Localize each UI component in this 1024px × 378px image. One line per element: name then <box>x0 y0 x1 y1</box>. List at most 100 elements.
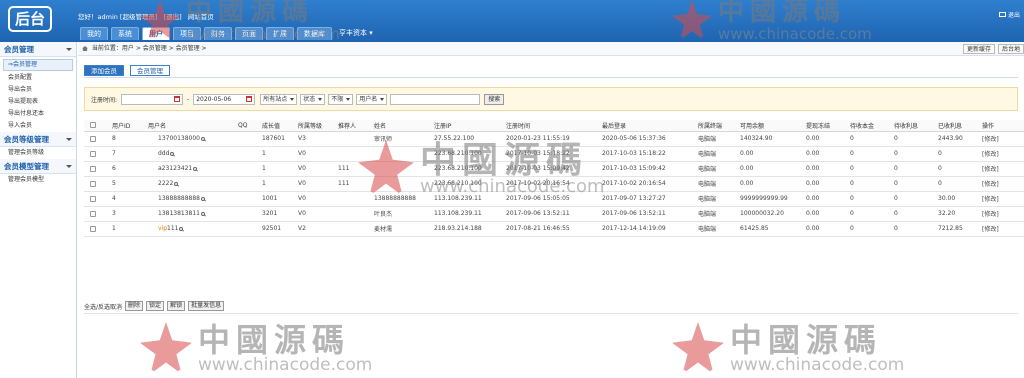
table-row[interactable]: 1 vip111 92501 V2 麦材濡 218.93.214.188 2017-08-2… <box>84 221 1024 237</box>
search-icon[interactable] <box>201 197 205 201</box>
table-row[interactable]: 6 a23123421 1 V0 111 223.68.210.100 2017-10-03… <box>84 161 1024 177</box>
cell-register-time: 2017-10-03 15:18:22 <box>506 146 602 162</box>
nav-tab-page[interactable]: 页面 <box>235 27 263 40</box>
tab-add-member[interactable]: 添加会员 <box>84 65 124 76</box>
cell-terminal: 电脑端 <box>698 161 740 177</box>
search-icon[interactable] <box>179 227 184 231</box>
cell-growth: 3201 <box>262 206 298 222</box>
search-icon[interactable] <box>201 212 205 216</box>
row-checkbox[interactable] <box>90 210 96 217</box>
table-row[interactable]: 5 2222 1 V0 111 223.68.210.100 2017-10-02 20:1… <box>84 176 1024 192</box>
member-table-body: 8 13700138000 187601 V3 审讯师 27.55.22.100 2020-… <box>84 131 1024 237</box>
search-icon[interactable] <box>174 182 179 186</box>
sidebar-group-level[interactable]: 会员等级管理 <box>0 132 76 147</box>
select-toggle-link[interactable]: 全选/反选取消 <box>84 302 122 311</box>
nav-tab-database[interactable]: 数据库 <box>297 27 332 40</box>
logo: 后台 <box>8 6 52 32</box>
chevron-down-icon <box>380 97 385 101</box>
calendar-icon[interactable] <box>174 96 181 102</box>
status-select-value: 状态 <box>303 95 316 103</box>
select-all-checkbox[interactable] <box>90 122 96 129</box>
search-button[interactable]: 搜索 <box>484 93 505 105</box>
cell-operation[interactable]: [修改] <box>982 191 1024 207</box>
sidebar-item-export-interest[interactable]: 导出付息还本 <box>0 108 76 120</box>
cell-register-ip: 223.68.210.100 <box>434 176 506 192</box>
sidebar-group-member[interactable]: 会员管理 <box>0 42 76 57</box>
cell-terminal: 电脑端 <box>698 176 740 192</box>
cell-register-time: 2017-10-02 20:16:54 <box>506 176 602 192</box>
limit-select[interactable]: 不限 <box>328 93 354 105</box>
nav-tab-user[interactable]: 用户 <box>142 27 170 40</box>
delete-button[interactable]: 删除 <box>125 301 144 311</box>
refresh-cache-button[interactable]: 更新缓存 <box>962 44 995 54</box>
site-home-link[interactable]: 网站首页 <box>188 13 214 21</box>
cell-referrer <box>338 206 374 222</box>
cell-operation[interactable]: [修改] <box>982 131 1024 147</box>
sidebar-group-model[interactable]: 会员模型管理 <box>0 159 76 174</box>
search-icon[interactable] <box>201 137 205 141</box>
tab-member-manage[interactable]: 会员管理 <box>130 65 170 76</box>
unlock-button[interactable]: 解锁 <box>167 301 186 311</box>
cell-withdraw-frozen: 0.00 <box>806 191 850 207</box>
cell-username: 13888888888 <box>148 191 238 207</box>
logout-area[interactable]: 退出 <box>998 10 1020 19</box>
nav-tab-mine[interactable]: 我的 <box>80 27 108 40</box>
col-select[interactable] <box>84 120 112 132</box>
sidebar-item-manage-level[interactable]: 管理会员等级 <box>0 147 76 159</box>
status-select[interactable]: 状态 <box>300 93 326 105</box>
row-checkbox[interactable] <box>90 225 96 232</box>
nav-dropdown-hengfeng[interactable]: 亨丰资本 ▾ <box>335 27 377 40</box>
table-row[interactable]: 4 13888888888 1001 V0 13888888888 113.108.239… <box>84 191 1024 207</box>
logout-link[interactable]: [退出] <box>164 13 182 21</box>
keyword-input[interactable] <box>390 93 481 105</box>
cell-terminal: 电脑端 <box>698 206 740 222</box>
lock-button[interactable]: 锁定 <box>146 301 165 311</box>
sidebar-item-export-withdraw[interactable]: 导出提现表 <box>0 96 76 108</box>
row-checkbox[interactable] <box>90 135 96 142</box>
row-checkbox[interactable] <box>90 165 96 172</box>
nav-tab-extend[interactable]: 扩展 <box>266 27 294 40</box>
cell-pending-principal: 0 <box>850 221 894 237</box>
search-icon[interactable] <box>170 152 175 156</box>
row-checkbox[interactable] <box>90 150 96 157</box>
sidebar-group-label: 会员等级管理 <box>4 135 49 144</box>
cell-register-ip: 113.108.239.11 <box>434 191 506 207</box>
field-select[interactable]: 用户名 <box>356 93 388 105</box>
cell-pending-principal: 0 <box>850 191 894 207</box>
calendar-icon[interactable] <box>246 96 253 102</box>
sidebar-item-manage-model[interactable]: 管理会员模型 <box>0 174 76 186</box>
date-to-input[interactable]: 2020-05-06 <box>193 93 256 105</box>
nav-tab-finance[interactable]: 财务 <box>204 27 232 40</box>
backend-map-button[interactable]: 后台地 <box>997 44 1024 54</box>
cell-received-interest: 7212.85 <box>938 221 982 237</box>
chevron-down-icon <box>66 165 72 168</box>
batch-message-button[interactable]: 批量发信息 <box>188 301 225 311</box>
cell-referrer: 111 <box>338 176 374 192</box>
row-select-cell <box>84 176 112 192</box>
table-row[interactable]: 3 13813813811 3201 V0 叶良杰 113.108.239.11 2017-… <box>84 206 1024 222</box>
row-select-cell <box>84 206 112 222</box>
col-header: 推荐人 <box>338 120 374 132</box>
cell-operation[interactable]: [修改] <box>982 221 1024 237</box>
row-checkbox[interactable] <box>90 180 96 187</box>
col-header: QQ <box>238 120 262 132</box>
table-row[interactable]: 7 ddd 1 V0 223.68.210.100 2017-10-03 15:18:22… <box>84 146 1024 162</box>
sidebar-item-import-members[interactable]: 导入会员 <box>0 120 76 132</box>
site-select[interactable]: 所有站点 <box>260 93 298 105</box>
sidebar-item-export-members[interactable]: 导出会员 <box>0 84 76 96</box>
cell-operation[interactable]: [修改] <box>982 146 1024 162</box>
nav-tab-system[interactable]: 系统 <box>111 27 139 40</box>
cell-name <box>374 161 434 177</box>
cell-operation[interactable]: [修改] <box>982 206 1024 222</box>
row-checkbox[interactable] <box>90 195 96 202</box>
cell-operation[interactable]: [修改] <box>982 176 1024 192</box>
date-from-input[interactable] <box>121 93 184 105</box>
col-header[interactable]: 用户ID <box>112 120 148 132</box>
sidebar-item-member-manage[interactable]: ⇒会员管理 <box>3 59 73 71</box>
sidebar-item-member-config[interactable]: 会员配置 <box>0 72 76 84</box>
table-row[interactable]: 8 13700138000 187601 V3 审讯师 27.55.22.100 2020-… <box>84 131 1024 147</box>
cell-operation[interactable]: [修改] <box>982 161 1024 177</box>
col-header: 最后登录 <box>602 120 698 132</box>
search-icon[interactable] <box>193 167 198 171</box>
nav-tab-project[interactable]: 项目 <box>173 27 201 40</box>
